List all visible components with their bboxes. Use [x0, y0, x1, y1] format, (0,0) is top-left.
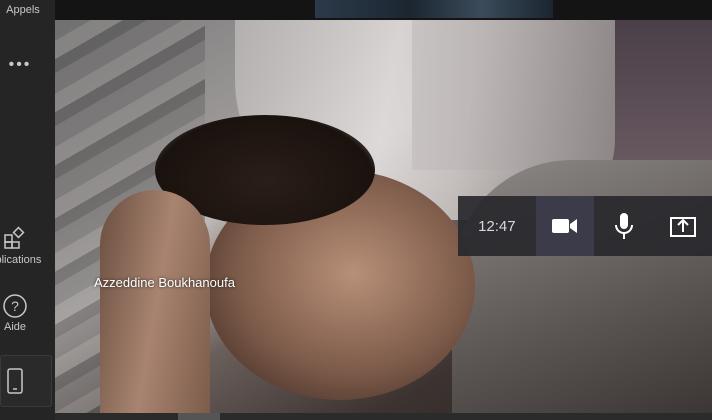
more-apps-icon[interactable]: •••	[0, 56, 40, 74]
phone-device-icon	[7, 368, 23, 394]
microphone-toggle-button[interactable]	[594, 196, 653, 256]
video-thumbnail[interactable]	[315, 0, 553, 18]
call-timer: 12:47	[478, 217, 516, 235]
apps-icon	[4, 226, 25, 249]
camera-toggle-button[interactable]	[535, 196, 595, 256]
microphone-icon	[614, 213, 633, 239]
share-screen-button[interactable]	[653, 196, 712, 256]
device-button[interactable]	[0, 355, 52, 407]
rail-label-help: Aide	[3, 321, 27, 333]
calls-label[interactable]: Appels	[0, 4, 58, 16]
person-arm	[100, 190, 210, 413]
app-rail: Appels ••• Applications ? Aide	[0, 0, 55, 420]
svg-text:?: ?	[11, 298, 19, 314]
video-camera-icon	[552, 219, 578, 233]
help-icon: ?	[3, 294, 27, 318]
call-toolbar: 12:47	[458, 196, 712, 256]
share-screen-icon	[669, 217, 696, 237]
top-strip	[55, 0, 712, 20]
scrollbar-thumb[interactable]	[178, 413, 220, 420]
rail-label-applications: Applications	[0, 254, 42, 266]
participant-name: Azzeddine Boukhanoufa	[94, 275, 235, 290]
horizontal-scrollbar[interactable]	[55, 413, 712, 420]
